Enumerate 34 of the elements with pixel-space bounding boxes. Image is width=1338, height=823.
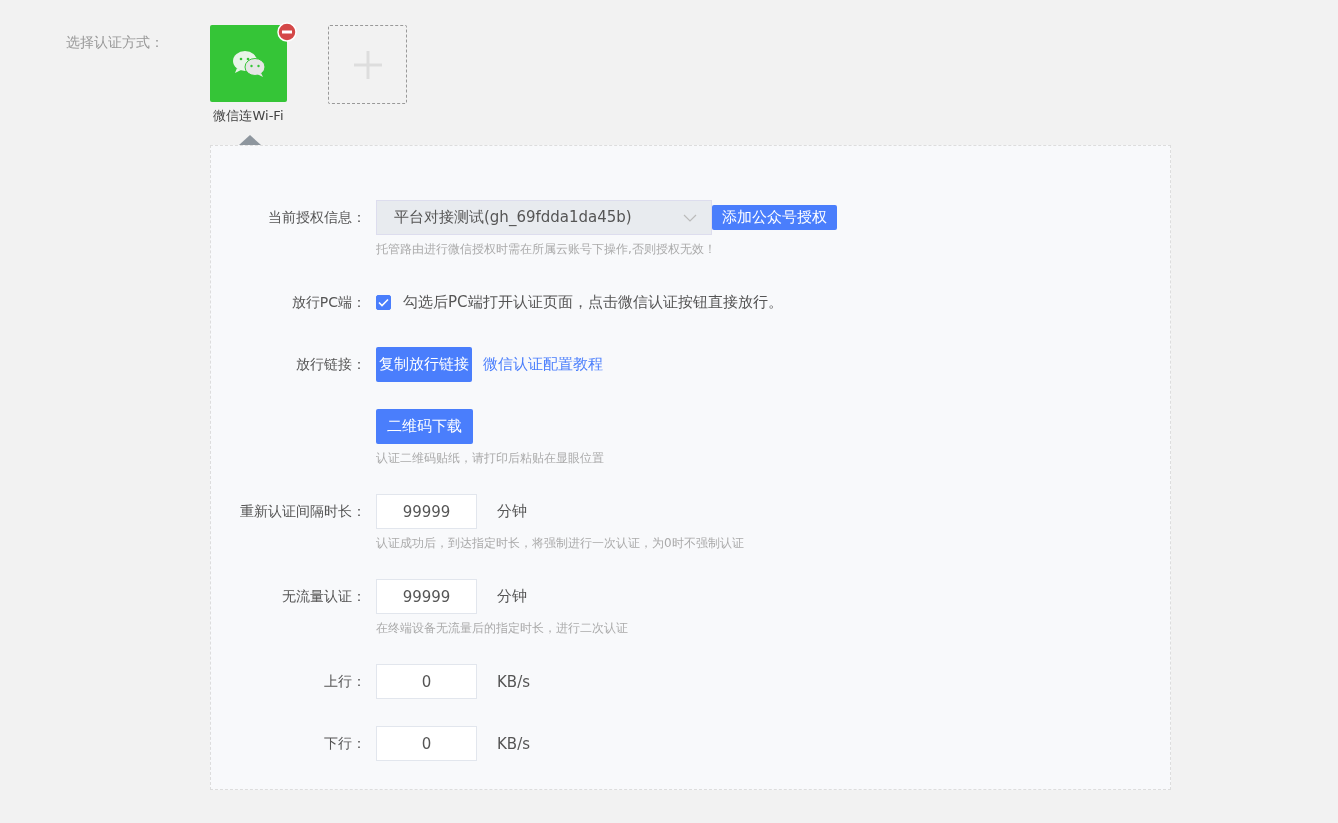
account-select[interactable]: 平台对接测试(gh_69fdda1da45b) [376,200,712,235]
input-field[interactable]: 99999 [376,494,477,529]
pointer-arrow-icon [239,135,261,145]
unit-label: KB/s [497,734,530,753]
hint-text: 认证成功后，到达指定时长，将强制进行一次认证，为0时不强制认证 [376,535,744,552]
tutorial-link[interactable]: 微信认证配置教程 [483,355,603,374]
input-field[interactable]: 99999 [376,579,477,614]
chevron-down-icon [683,213,697,222]
field-label: 重新认证间隔时长： [239,502,366,521]
hint-text: 在终端设备无流量后的指定时长，进行二次认证 [376,620,628,637]
field-label: 下行： [323,734,366,753]
checkbox[interactable] [376,295,391,310]
hint-text: 认证二维码贴纸，请打印后粘贴在显眼位置 [376,450,604,467]
add-authorization-button[interactable]: 添加公众号授权 [712,205,837,230]
action-button[interactable]: 二维码下载 [376,409,473,444]
field-label: 上行： [323,672,366,691]
method-name: 微信连Wi-Fi [213,107,284,125]
chat-bubbles-icon [231,49,266,78]
unit-label: 分钟 [497,587,527,606]
hint-text: 托管路由进行微信授权时需在所属云账号下操作,否则授权无效！ [376,241,717,258]
auth-method-label: 选择认证方式： [65,34,165,52]
wechat-tile[interactable] [210,25,287,102]
field-label: 无流量认证： [281,587,366,606]
input-field[interactable]: 0 [376,664,477,699]
unit-label: KB/s [497,672,530,691]
input-field[interactable]: 0 [376,726,477,761]
add-method-button[interactable] [328,25,407,104]
unit-label: 分钟 [497,502,527,521]
action-button[interactable]: 复制放行链接 [376,347,472,382]
field-label: 当前授权信息： [267,208,366,227]
field-label: 放行链接： [295,355,366,374]
field-label: 放行PC端： [290,293,366,312]
remove-icon[interactable] [277,22,297,42]
checkbox-label: 勾选后PC端打开认证页面，点击微信认证按钮直接放行。 [403,293,783,312]
